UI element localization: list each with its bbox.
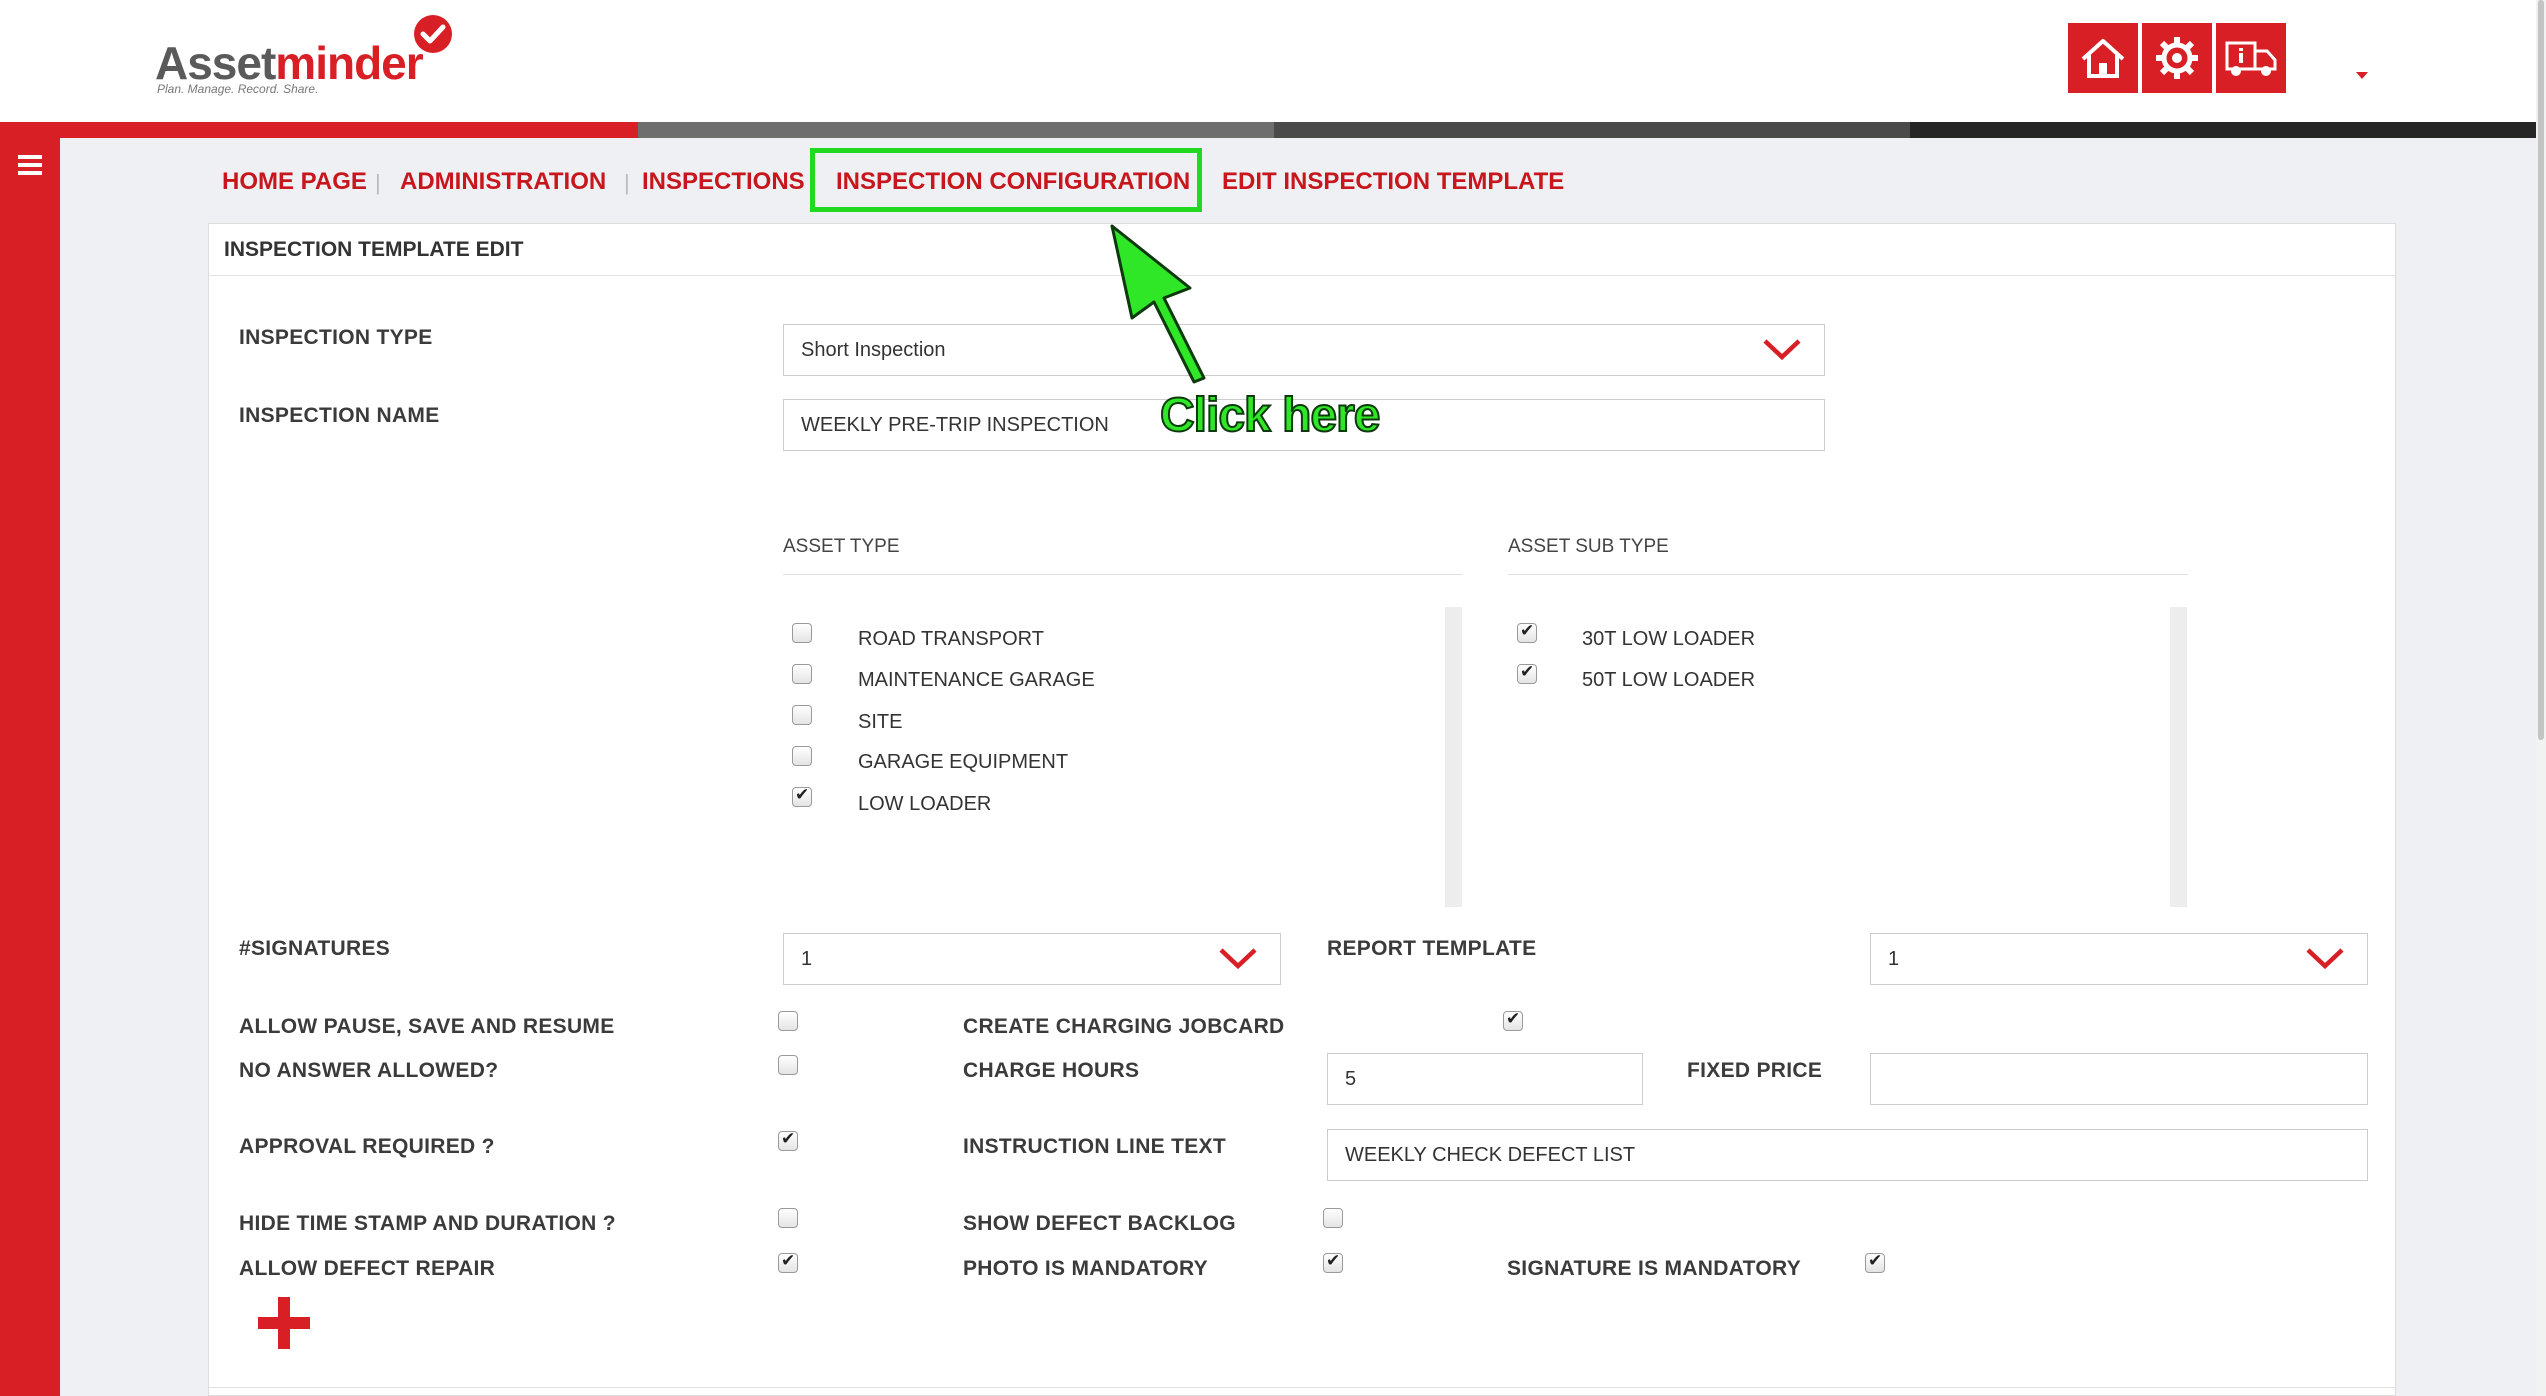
report-template-value: 1	[1888, 948, 1900, 970]
panel-footer-divider	[209, 1387, 2395, 1388]
hide-time-stamp-checkbox[interactable]	[778, 1208, 798, 1228]
home-icon	[2081, 39, 2125, 78]
chevron-down-icon	[1219, 948, 1257, 970]
breadcrumb-home[interactable]: HOME PAGE	[222, 168, 367, 196]
show-defect-backlog-checkbox[interactable]	[1323, 1208, 1343, 1228]
inspection-name-label: INSPECTION NAME	[239, 404, 440, 427]
truck-info-icon	[2225, 41, 2277, 76]
signatures-select[interactable]: 1	[783, 933, 1281, 985]
signatures-label: #SIGNATURES	[239, 937, 391, 960]
breadcrumb-separator: |	[375, 170, 381, 195]
create-charging-jobcard-checkbox[interactable]	[1503, 1009, 1523, 1031]
color-strip-red	[0, 122, 638, 138]
tutorial-callout-text: Click here	[1159, 388, 1381, 443]
color-strip-grey	[638, 122, 1274, 138]
allow-pause-checkbox[interactable]	[778, 1011, 798, 1031]
inspection-type-select[interactable]: Short Inspection	[783, 324, 1825, 376]
user-menu-caret[interactable]	[2356, 72, 2368, 79]
asset-sub-type-divider	[1508, 574, 2188, 575]
show-defect-backlog-label: SHOW DEFECT BACKLOG	[963, 1212, 1236, 1235]
report-template-label: REPORT TEMPLATE	[1327, 937, 1537, 960]
home-button[interactable]	[2068, 23, 2138, 93]
tutorial-highlight-box	[810, 148, 1202, 212]
color-strip-black	[1910, 122, 2536, 138]
asset-sub-type-scrollbar[interactable]	[2170, 607, 2187, 907]
breadcrumb-administration[interactable]: ADMINISTRATION	[400, 168, 606, 196]
assetminder-logo[interactable]: Assetminder Plan. Manage. Record. Share.	[155, 14, 475, 100]
asset-type-item-label: SITE	[858, 711, 903, 733]
allow-defect-repair-checkbox[interactable]	[778, 1251, 798, 1273]
asset-type-item-label: ROAD TRANSPORT	[858, 628, 1044, 650]
fixed-price-label: FIXED PRICE	[1687, 1059, 1823, 1082]
settings-button[interactable]	[2142, 23, 2212, 93]
create-charging-jobcard-label: CREATE CHARGING JOBCARD	[963, 1015, 1285, 1038]
logo-check-icon	[414, 15, 452, 53]
photo-is-mandatory-label: PHOTO IS MANDATORY	[963, 1257, 1208, 1280]
no-answer-allowed-label: NO ANSWER ALLOWED?	[239, 1059, 499, 1082]
asset-type-item-label: GARAGE EQUIPMENT	[858, 751, 1069, 773]
chevron-down-icon	[2306, 948, 2344, 970]
inspection-type-value: Short Inspection	[801, 339, 946, 361]
color-strip-darkgrey	[1274, 122, 1910, 138]
asset-sub-type-item-label: 30T LOW LOADER	[1582, 628, 1756, 650]
inspection-type-label: INSPECTION TYPE	[239, 326, 433, 349]
asset-type-item-label: LOW LOADER	[858, 793, 992, 815]
charge-hours-label: CHARGE HOURS	[963, 1059, 1140, 1082]
panel-title: INSPECTION TEMPLATE EDIT	[224, 238, 524, 261]
no-answer-allowed-checkbox[interactable]	[778, 1055, 798, 1075]
instruction-line-text-input[interactable]: WEEKLY CHECK DEFECT LIST	[1327, 1129, 2368, 1181]
asset-sub-type-label: ASSET SUB TYPE	[1508, 536, 1669, 557]
tutorial-arrow-icon	[1110, 224, 1206, 384]
photo-is-mandatory-checkbox[interactable]	[1323, 1251, 1343, 1273]
instruction-line-text-label: INSTRUCTION LINE TEXT	[963, 1135, 1226, 1158]
asset-type-scrollbar[interactable]	[1445, 607, 1462, 907]
asset-sub-type-item-label: 50T LOW LOADER	[1582, 669, 1756, 691]
allow-pause-label: ALLOW PAUSE, SAVE AND RESUME	[239, 1015, 615, 1038]
asset-type-checkbox[interactable]	[792, 623, 812, 643]
charge-hours-input[interactable]: 5	[1327, 1053, 1643, 1105]
asset-type-checkbox[interactable]	[792, 746, 812, 766]
chevron-down-icon	[1763, 339, 1801, 361]
approval-required-label: APPROVAL REQUIRED ?	[239, 1135, 495, 1158]
breadcrumb-inspections[interactable]: INSPECTIONS	[642, 168, 805, 196]
approval-required-checkbox[interactable]	[778, 1129, 798, 1151]
asset-sub-type-checkbox[interactable]	[1517, 662, 1537, 684]
signature-is-mandatory-label: SIGNATURE IS MANDATORY	[1507, 1257, 1801, 1280]
asset-info-button[interactable]	[2216, 23, 2286, 93]
breadcrumb-separator: |	[624, 170, 630, 195]
asset-type-divider	[783, 574, 1463, 575]
sidebar	[0, 138, 60, 1396]
panel-header: INSPECTION TEMPLATE EDIT	[209, 224, 2395, 276]
hide-time-stamp-label: HIDE TIME STAMP AND DURATION ?	[239, 1212, 616, 1235]
hamburger-menu-icon[interactable]	[18, 155, 42, 179]
page-scrollbar-thumb[interactable]	[2538, 0, 2544, 740]
add-plus-icon[interactable]	[258, 1297, 310, 1349]
asset-type-checkbox[interactable]	[792, 785, 812, 807]
allow-defect-repair-label: ALLOW DEFECT REPAIR	[239, 1257, 496, 1280]
report-template-select[interactable]: 1	[1870, 933, 2368, 985]
asset-sub-type-checkbox[interactable]	[1517, 621, 1537, 643]
fixed-price-input[interactable]	[1870, 1053, 2368, 1105]
asset-type-checkbox[interactable]	[792, 664, 812, 684]
logo-tagline: Plan. Manage. Record. Share.	[157, 82, 319, 96]
asset-type-checkbox[interactable]	[792, 705, 812, 725]
breadcrumb-edit-inspection-template: EDIT INSPECTION TEMPLATE	[1222, 168, 1565, 195]
signature-is-mandatory-checkbox[interactable]	[1865, 1251, 1885, 1273]
settings-gear-icon	[2156, 37, 2198, 79]
asset-type-label: ASSET TYPE	[783, 536, 900, 557]
signatures-value: 1	[801, 948, 813, 970]
asset-type-item-label: MAINTENANCE GARAGE	[858, 669, 1095, 691]
